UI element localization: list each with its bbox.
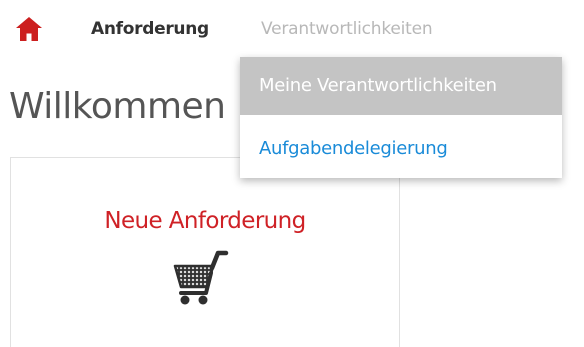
welcome-heading: Willkommen [9, 86, 226, 127]
home-button[interactable] [12, 16, 46, 42]
top-navigation: Anforderung Verantwortlichkeiten [0, 0, 584, 58]
new-request-tile-title: Neue Anforderung [104, 208, 306, 234]
menu-item-my-responsibilities[interactable]: Meine Verantwortlichkeiten [240, 57, 562, 115]
responsibilities-dropdown-menu: Meine Verantwortlichkeiten Aufgabendeleg… [240, 57, 562, 178]
nav-responsibilities[interactable]: Verantwortlichkeiten [261, 18, 433, 40]
shopping-cart-icon [173, 250, 229, 305]
nav-requests[interactable]: Anforderung [91, 18, 209, 40]
home-icon [16, 17, 42, 41]
new-request-tile[interactable]: Neue Anforderung [10, 157, 400, 347]
menu-item-task-delegation[interactable]: Aufgabendelegierung [240, 120, 562, 178]
